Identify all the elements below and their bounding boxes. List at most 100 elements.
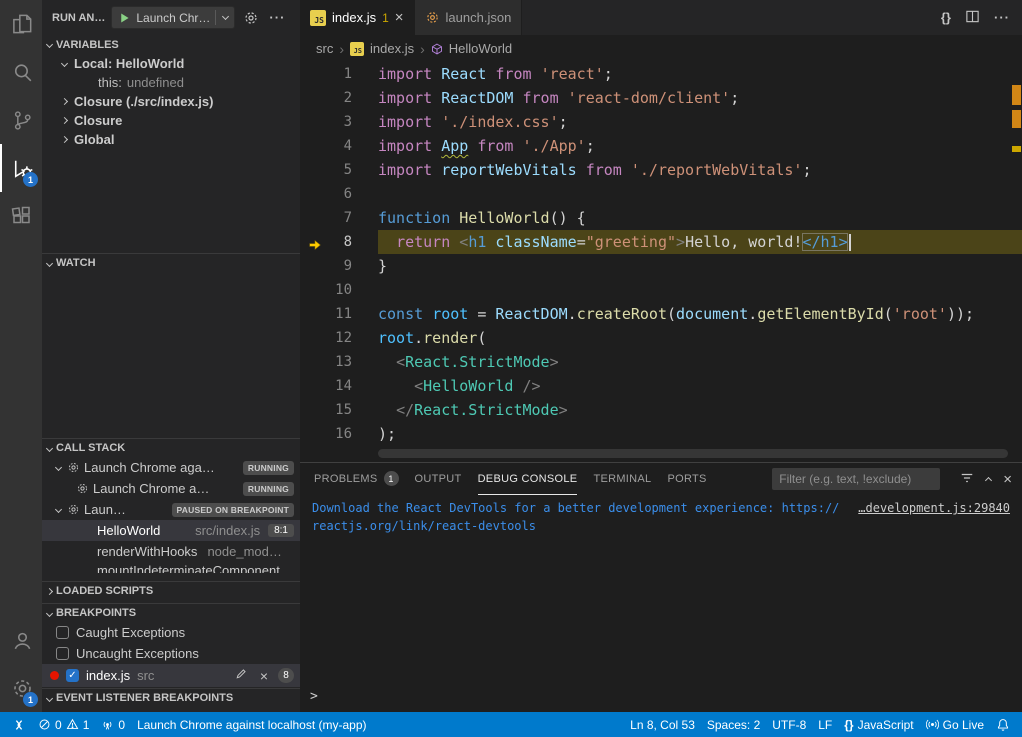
code-line-15[interactable]: 15 </React.StrictMode> [300,398,1022,422]
variables-scope-local[interactable]: Local: HelloWorld [42,54,300,73]
encoding-button[interactable]: UTF-8 [766,712,812,737]
code-line-5[interactable]: 5import reportWebVitals from './reportWe… [300,158,1022,182]
line-content[interactable]: import ReactDOM from 'react-dom/client'; [378,86,1022,110]
line-content[interactable]: return <h1 className="greeting">Hello, w… [378,230,1022,254]
variables-scope-closure[interactable]: Closure [42,111,300,130]
tab-launch-json[interactable]: launch.json [415,0,523,35]
line-content[interactable]: </React.StrictMode> [378,398,1022,422]
line-content[interactable]: <HelloWorld /> [378,374,1022,398]
line-content[interactable]: <React.StrictMode> [378,350,1022,374]
remove-breakpoint-icon[interactable]: × [257,668,271,684]
debug-session-row[interactable]: Launch Chrome aga… RUNNING [42,457,300,478]
line-content[interactable]: const root = ReactDOM.createRoot(documen… [378,302,1022,326]
tab-index-js[interactable]: JS index.js 1 × [300,0,415,35]
gutter-line-16[interactable]: 16 [300,422,378,446]
breakpoint-uncaught-exceptions[interactable]: Uncaught Exceptions [42,643,300,664]
event-listener-breakpoints-header[interactable]: EVENT LISTENER BREAKPOINTS [42,688,300,707]
gutter-line-1[interactable]: 1 [300,62,378,86]
breakpoint-file-row[interactable]: ✓ index.js src × 8 [42,664,300,687]
gutter-line-4[interactable]: 4 [300,134,378,158]
gutter-line-2[interactable]: 2 [300,86,378,110]
debug-status[interactable]: Launch Chrome against localhost (my-app) [131,712,372,737]
eol-button[interactable]: LF [812,712,838,737]
code-line-16[interactable]: 16); [300,422,1022,446]
close-tab-icon[interactable]: × [395,10,404,25]
line-content[interactable]: import App from './App'; [378,134,1022,158]
code-line-4[interactable]: 4import App from './App'; [300,134,1022,158]
checkbox-unchecked[interactable] [56,647,69,660]
edit-breakpoint-icon[interactable] [232,668,250,683]
code-line-6[interactable]: 6 [300,182,1022,206]
notifications-button[interactable] [990,712,1016,737]
split-editor-icon[interactable] [965,9,980,27]
watch-section-header[interactable]: WATCH [42,253,300,272]
gutter-line-12[interactable]: 12 [300,326,378,350]
panel-tab-output[interactable]: OUTPUT [415,463,462,495]
variables-section-header[interactable]: VARIABLES [42,35,300,54]
call-stack-section-header[interactable]: CALL STACK [42,438,300,457]
editor-code-area[interactable]: 1import React from 'react';2import React… [300,62,1022,462]
breadcrumb-file[interactable]: index.js [370,41,414,56]
indentation-button[interactable]: Spaces: 2 [701,712,766,737]
code-line-11[interactable]: 11const root = ReactDOM.createRoot(docum… [300,302,1022,326]
checkbox-checked[interactable]: ✓ [66,669,79,682]
filter-lines-icon[interactable] [960,471,974,488]
code-line-3[interactable]: 3import './index.css'; [300,110,1022,134]
console-filter-input[interactable] [772,468,940,490]
settings-gear-icon[interactable]: 1 [0,664,42,712]
breakpoints-section-header[interactable]: BREAKPOINTS [42,603,300,622]
gutter-line-14[interactable]: 14 [300,374,378,398]
maximize-panel-icon[interactable] [985,477,992,484]
breakpoint-caught-exceptions[interactable]: Caught Exceptions [42,622,300,643]
braces-icon[interactable]: {} [941,10,951,25]
gutter-line-10[interactable]: 10 [300,278,378,302]
horizontal-scrollbar[interactable] [378,449,1008,458]
launch-config-dropdown[interactable]: Launch Chr… [111,6,235,29]
panel-tab-debug-console[interactable]: DEBUG CONSOLE [478,463,578,495]
variable-this[interactable]: this: undefined [42,73,300,92]
gutter-line-15[interactable]: 15 [300,398,378,422]
line-content[interactable]: ); [378,422,1022,446]
line-content[interactable] [378,182,1022,206]
cursor-position-button[interactable]: Ln 8, Col 53 [624,712,701,737]
panel-tab-problems[interactable]: PROBLEMS 1 [314,463,399,495]
configure-gear-icon[interactable] [241,8,261,28]
remote-window-button[interactable] [6,712,32,737]
stack-frame-row[interactable]: renderWithHooks node_mod… [42,541,300,562]
debug-console-input-prompt[interactable]: > [310,688,318,706]
breadcrumb-symbol[interactable]: HelloWorld [449,41,512,56]
variables-scope-closure-file[interactable]: Closure (./src/index.js) [42,92,300,111]
code-line-1[interactable]: 1import React from 'react'; [300,62,1022,86]
console-source-link[interactable]: …development.js:29840 [858,499,1010,517]
stack-frame-row-selected[interactable]: HelloWorld src/index.js 8:1 [42,520,300,541]
line-content[interactable]: import React from 'react'; [378,62,1022,86]
code-line-7[interactable]: 7function HelloWorld() { [300,206,1022,230]
variables-scope-global[interactable]: Global [42,130,300,149]
code-line-8[interactable]: 8 return <h1 className="greeting">Hello,… [300,230,1022,254]
language-mode-button[interactable]: {} JavaScript [838,712,919,737]
close-panel-icon[interactable]: × [1003,471,1012,488]
gutter-line-3[interactable]: 3 [300,110,378,134]
ports-status-button[interactable]: 0 [95,712,131,737]
breadcrumb-folder[interactable]: src [316,41,333,56]
more-actions-icon[interactable]: ··· [994,10,1010,25]
gutter-line-13[interactable]: 13 [300,350,378,374]
gutter-line-8[interactable]: 8 [300,230,378,254]
gutter-line-7[interactable]: 7 [300,206,378,230]
debug-session-row[interactable]: Launch Chrome a… RUNNING [42,478,300,499]
stack-frame-row-clipped[interactable]: mountIndeterminateComponent [42,562,300,573]
gutter-line-6[interactable]: 6 [300,182,378,206]
line-content[interactable] [378,278,1022,302]
search-icon[interactable] [0,48,42,96]
debug-console-output[interactable]: Download the React DevTools for a better… [300,495,1022,712]
panel-tab-terminal[interactable]: TERMINAL [593,463,651,495]
code-line-14[interactable]: 14 <HelloWorld /> [300,374,1022,398]
line-content[interactable]: function HelloWorld() { [378,206,1022,230]
code-line-12[interactable]: 12root.render( [300,326,1022,350]
gutter-line-9[interactable]: 9 [300,254,378,278]
line-content[interactable]: import './index.css'; [378,110,1022,134]
gutter-line-11[interactable]: 11 [300,302,378,326]
go-live-button[interactable]: Go Live [920,712,990,737]
code-line-10[interactable]: 10 [300,278,1022,302]
views-more-actions-icon[interactable]: ··· [267,8,287,28]
